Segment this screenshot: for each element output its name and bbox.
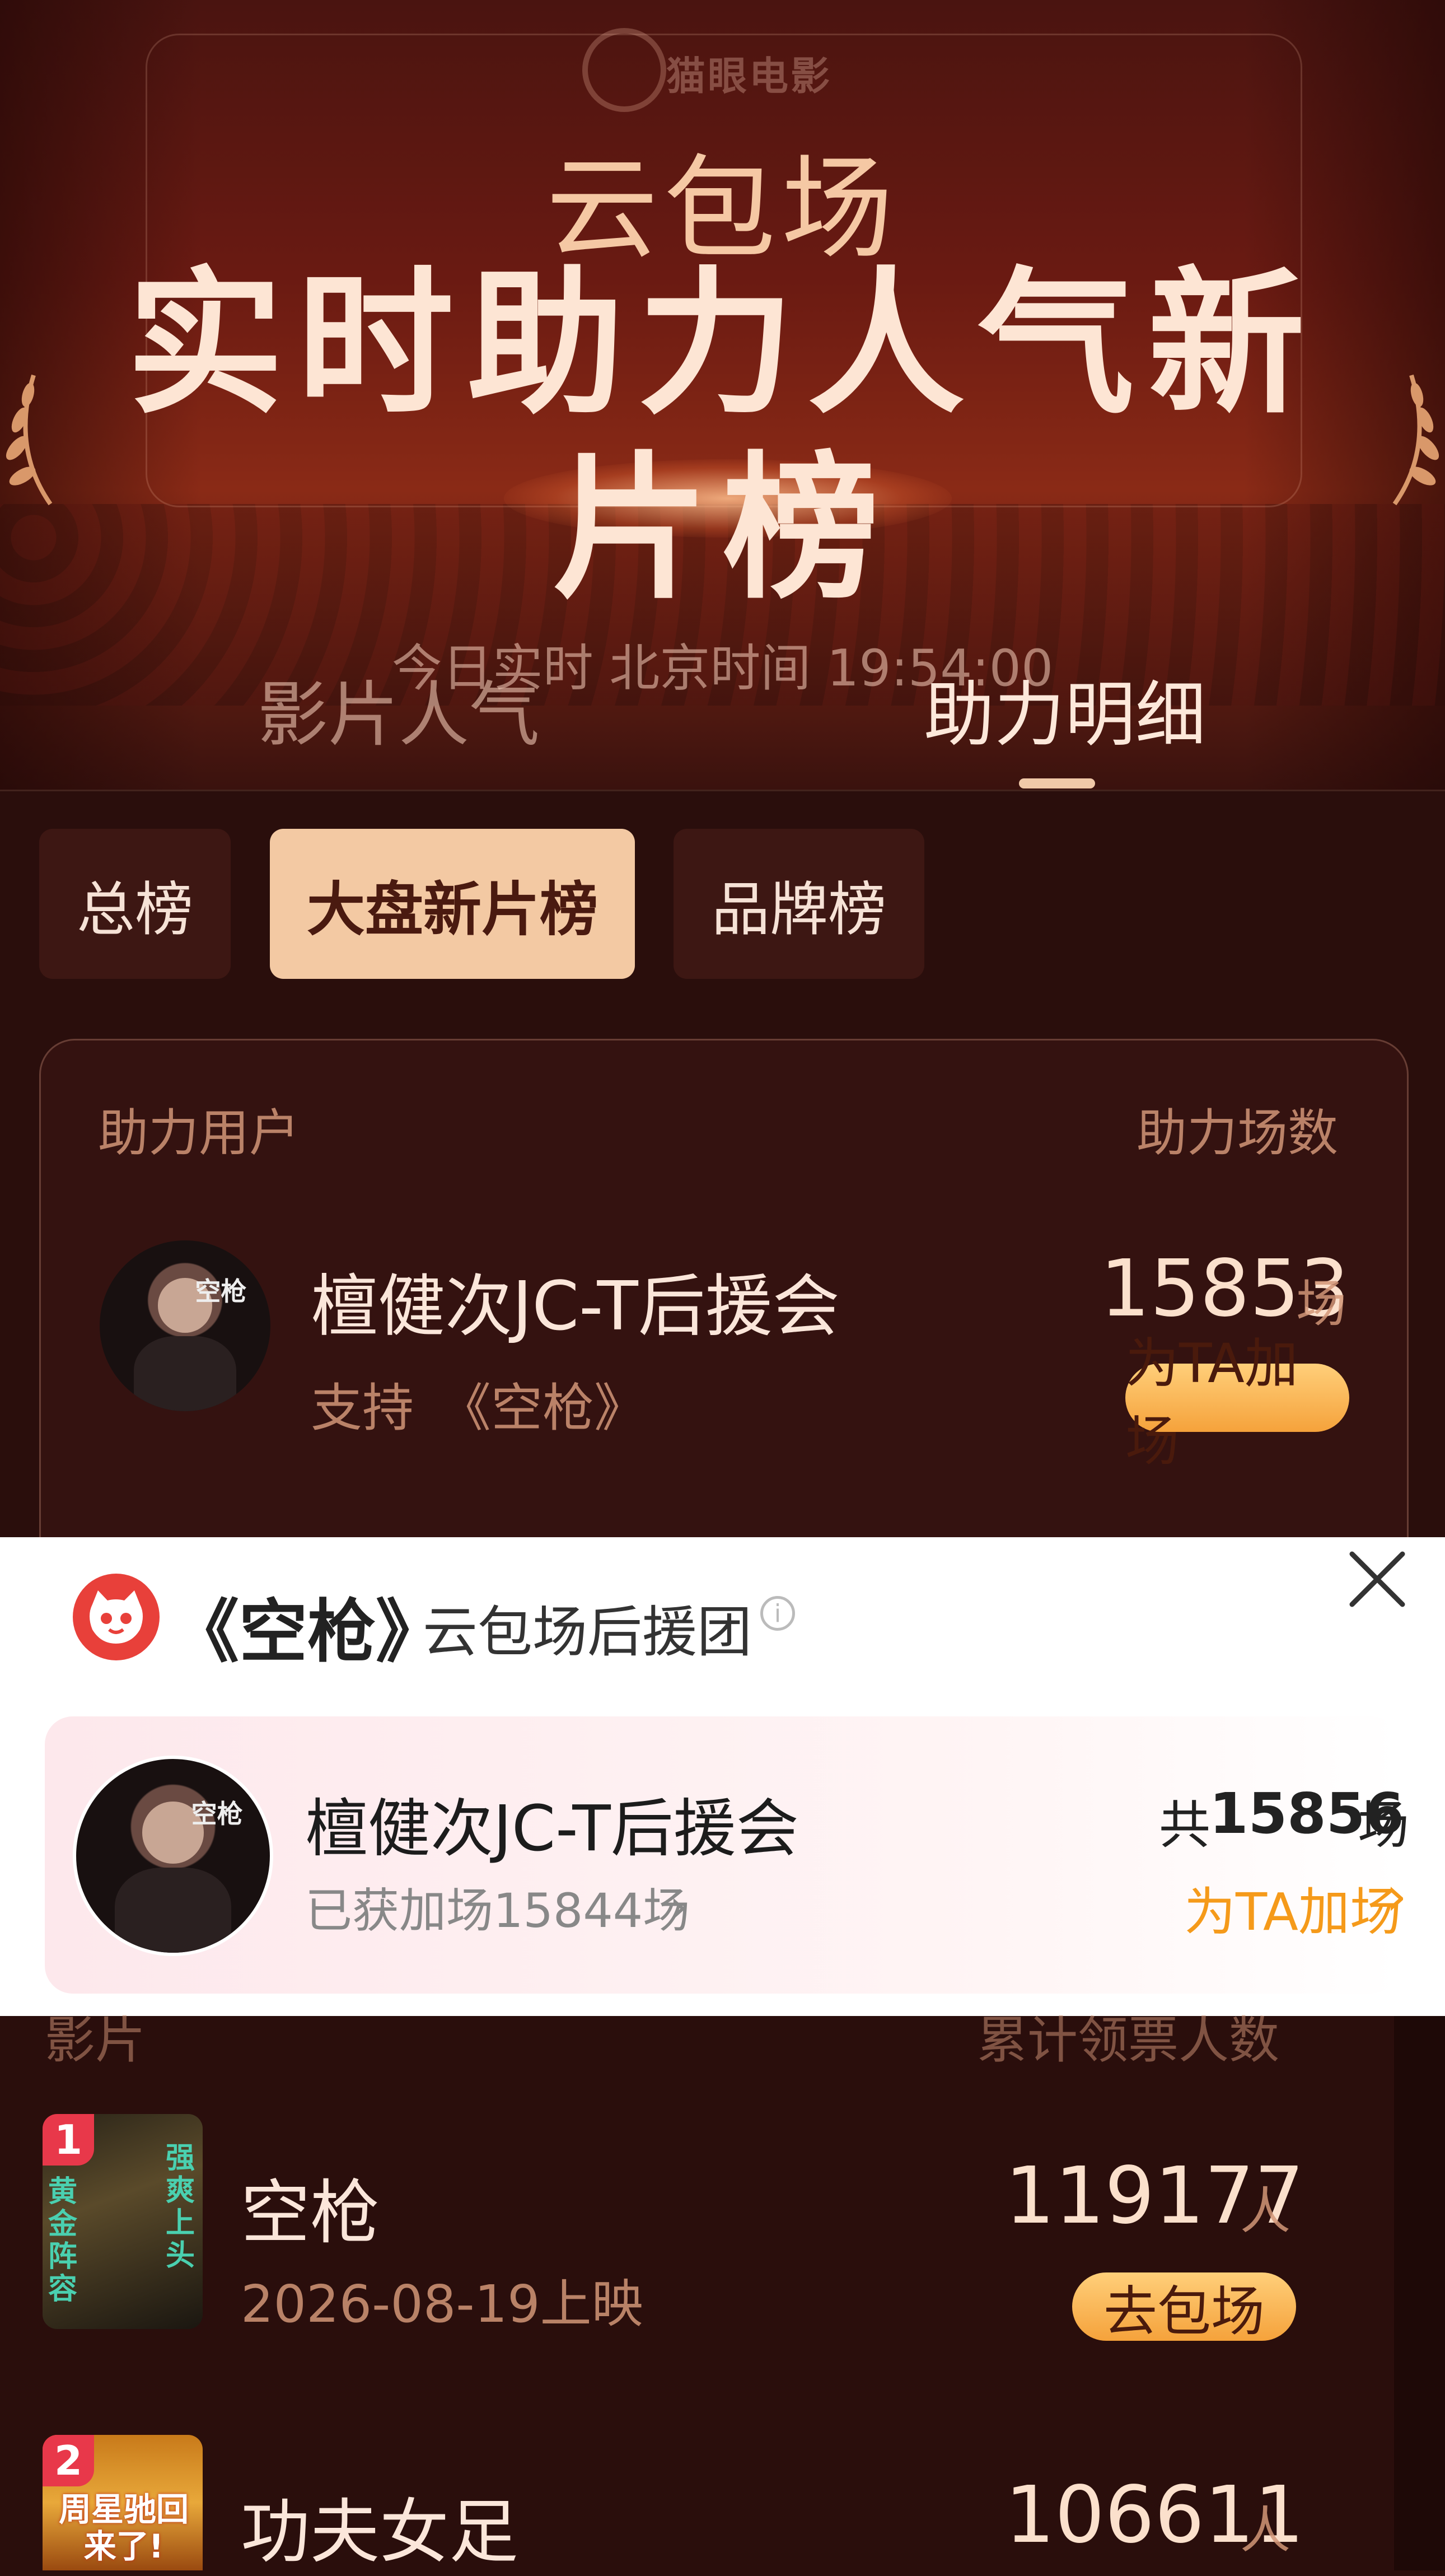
close-icon[interactable] xyxy=(1346,1548,1408,1610)
rank-badge: 1 xyxy=(43,2114,94,2166)
group-avatar-poster-text: 空枪 xyxy=(191,1799,243,1830)
cat-eye-logo-icon xyxy=(582,28,666,112)
col-header-user: 助力用户 xyxy=(98,1104,300,1163)
release-date: 2026-08-19上映 xyxy=(241,2274,643,2334)
popup-film-title: 《空枪》 xyxy=(171,1592,444,1672)
total-unit: 场 xyxy=(1358,1795,1410,1855)
avatar[interactable]: 空枪 xyxy=(100,1240,270,1411)
ticket-unit: 人 xyxy=(1240,2182,1290,2241)
user-name: 檀健次JC-T后援会 xyxy=(311,1268,840,1346)
page-title: 实时助力人气新片榜 xyxy=(127,253,1318,620)
boost-link[interactable]: 为TA加场 xyxy=(1184,1870,1401,1945)
support-prefix: 支持 xyxy=(311,1378,414,1438)
popup-group-label: 云包场后援团 xyxy=(423,1600,752,1664)
group-avatar: 空枪 xyxy=(73,1756,273,1956)
support-film-link[interactable]: 《空枪》 xyxy=(439,1366,646,1441)
ticket-unit: 人 xyxy=(1240,2501,1290,2560)
laurel-right-icon xyxy=(1392,374,1439,506)
poster-text: 强爽上头 xyxy=(166,2141,195,2272)
film-title[interactable]: 空枪 xyxy=(241,2156,380,2257)
film-poster[interactable]: 1 黄金阵容 强爽上头 xyxy=(43,2114,203,2329)
boost-button[interactable]: 为TA加场 xyxy=(1125,1332,1349,1473)
active-tab-indicator xyxy=(1019,778,1095,788)
total-prefix: 共 xyxy=(1159,1795,1211,1855)
divider xyxy=(0,790,1445,791)
panel-edge xyxy=(1394,2016,1445,2570)
col-header-tickets: 累计领票人数 xyxy=(977,2011,1279,2070)
col-header-count: 助力场数 xyxy=(1137,1104,1338,1163)
hero-banner: 猫眼电影 云包场 实时助力人气新片榜 今日实时 北京时间 19:54:00 影片… xyxy=(0,0,1445,790)
group-name: 檀健次JC-T后援会 xyxy=(305,1793,799,1865)
cat-logo-icon xyxy=(73,1574,160,1660)
chip-overall[interactable]: 总榜 xyxy=(39,829,231,979)
col-header-film: 影片 xyxy=(45,2011,146,2070)
brand-name: 猫眼电影 xyxy=(666,53,832,99)
book-screening-button[interactable]: 去包场 xyxy=(1072,2272,1296,2343)
brand-logo: 猫眼电影 xyxy=(582,22,862,112)
rank-badge: 2 xyxy=(43,2435,94,2486)
film-poster[interactable]: 2 周星驰回来了! xyxy=(43,2435,203,2570)
chip-brand[interactable]: 品牌榜 xyxy=(674,829,924,979)
poster-text: 黄金阵容 xyxy=(48,2175,78,2306)
gained-sessions[interactable]: 已获加场15844场 xyxy=(305,1873,690,1941)
tab-film-popularity[interactable]: 影片人气 xyxy=(258,658,540,760)
chevron-right-icon: › xyxy=(669,1879,688,1934)
tab-support-details[interactable]: 助力明细 xyxy=(924,658,1206,760)
realtime-clock: 今日实时 北京时间 19:54:00 xyxy=(391,639,1054,698)
info-icon[interactable]: i xyxy=(760,1596,795,1631)
chip-new-release[interactable]: 大盘新片榜 xyxy=(270,829,635,979)
chevron-right-icon: › xyxy=(1386,1865,1407,1928)
film-title[interactable]: 功夫女足 xyxy=(241,2475,518,2576)
avatar-poster-text: 空枪 xyxy=(195,1276,247,1306)
laurel-left-icon xyxy=(6,374,53,506)
poster-text: 周星驰回来了! xyxy=(58,2490,189,2565)
